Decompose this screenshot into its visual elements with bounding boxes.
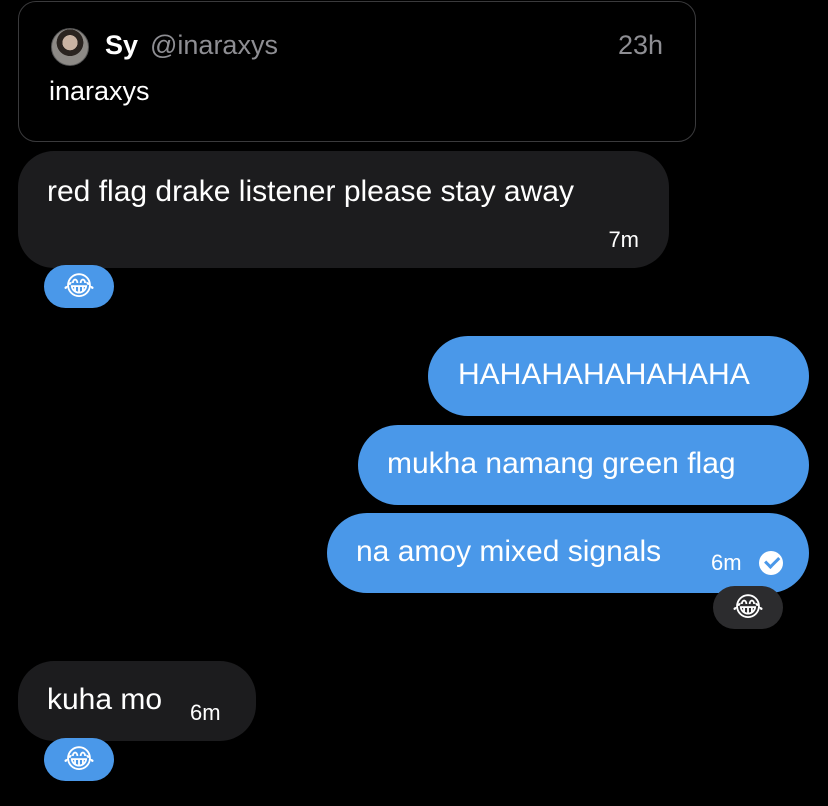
message-timestamp: 6m [711, 550, 742, 575]
quoted-story-card[interactable]: Sy @inaraxys 23h inaraxys [18, 1, 696, 142]
message-bubble-outgoing[interactable]: mukha namang green flag [358, 425, 809, 505]
message-bubble-incoming[interactable]: kuha mo 6m [18, 661, 256, 741]
message-text: na amoy mixed signals [356, 535, 662, 568]
message-text: kuha mo [47, 683, 163, 716]
message-timestamp: 6m [190, 700, 221, 725]
avatar[interactable] [51, 28, 89, 66]
message-timestamp: 7m [608, 227, 639, 252]
message-bubble-outgoing[interactable]: na amoy mixed signals 6m [327, 513, 809, 593]
quoted-text: inaraxys [49, 76, 150, 106]
message-text: HAHAHAHAHAHAHA [458, 358, 750, 391]
quoted-handle: @inaraxys [150, 30, 278, 60]
reaction-badge[interactable]: 😂 [44, 265, 114, 308]
message-text: red flag drake listener please stay away [47, 175, 574, 208]
quoted-timestamp: 23h [617, 30, 663, 60]
face-with-tears-of-joy-icon: 😂 [732, 592, 764, 623]
message-text: mukha namang green flag [387, 447, 736, 480]
reaction-badge[interactable]: 😂 [713, 586, 783, 629]
face-with-tears-of-joy-icon: 😂 [63, 744, 95, 775]
message-bubble-outgoing[interactable]: HAHAHAHAHAHAHA [428, 336, 809, 416]
quoted-display-name: Sy [105, 30, 139, 60]
reaction-badge[interactable]: 😂 [44, 738, 114, 781]
face-with-tears-of-joy-icon: 😂 [63, 271, 95, 302]
read-check-icon [759, 551, 783, 575]
message-bubble-incoming[interactable]: red flag drake listener please stay away… [18, 151, 669, 268]
